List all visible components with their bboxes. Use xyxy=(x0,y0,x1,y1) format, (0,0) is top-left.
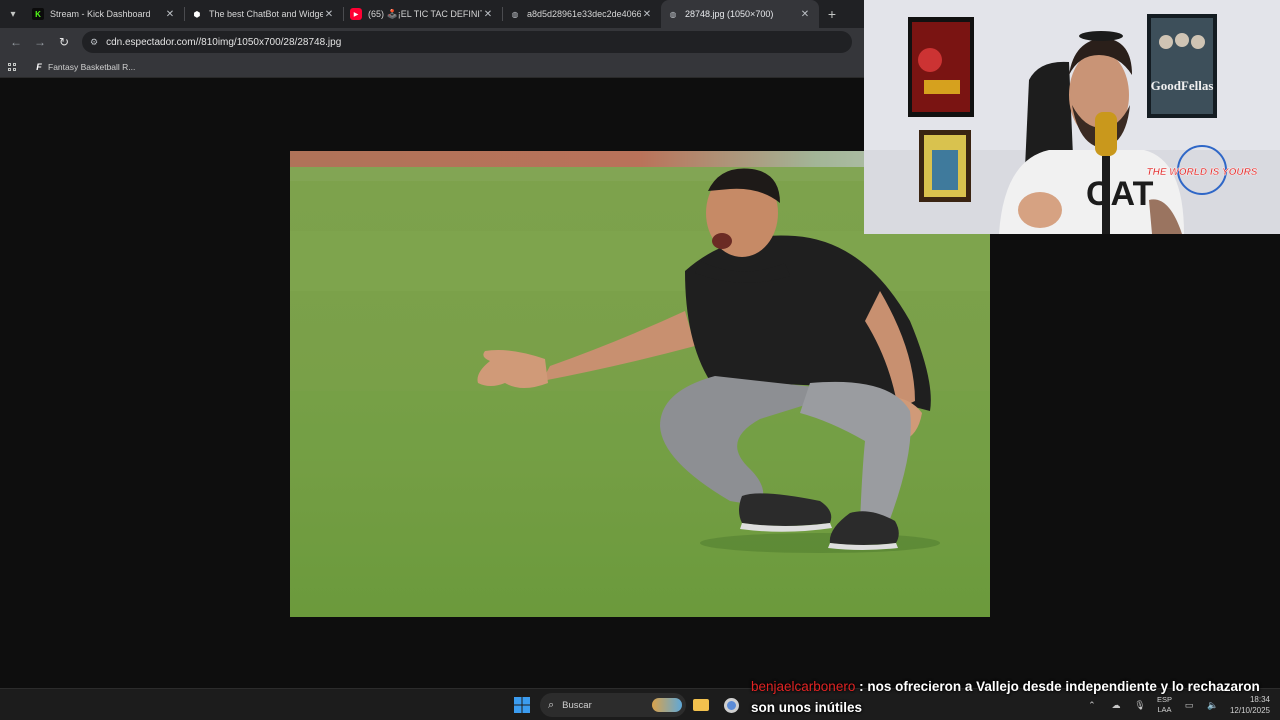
kick-icon: K xyxy=(32,8,44,20)
arrow-left-icon: ← xyxy=(10,35,22,49)
tab-title: The best ChatBot and Widgets xyxy=(209,9,323,19)
site-info-icon[interactable]: ⚙ xyxy=(90,37,98,48)
chat-username: benjaelcarbonero xyxy=(751,679,856,694)
chat-separator: : xyxy=(855,679,868,694)
browser-tab-strip: ▾ K Stream - Kick Dashboard ✕ ⬢ The best… xyxy=(0,0,864,28)
taskbar-file-explorer[interactable] xyxy=(690,693,712,717)
close-icon[interactable]: ✕ xyxy=(164,9,176,20)
search-highlight-icon xyxy=(652,698,682,712)
reload-icon: ↻ xyxy=(58,35,70,49)
bookmarks-bar: F Fantasy Basketball R... xyxy=(0,56,864,78)
tab-kick-dashboard[interactable]: K Stream - Kick Dashboard ✕ xyxy=(26,0,184,28)
screen: ▾ K Stream - Kick Dashboard ✕ ⬢ The best… xyxy=(0,0,1280,720)
tab-hash-page[interactable]: ◍ a8d5d28961e33dec2de4066cf7 ✕ xyxy=(503,0,661,28)
arrow-right-icon: → xyxy=(34,35,46,49)
search-placeholder: Buscar xyxy=(562,699,592,711)
goodfellas-poster-title: GoodFellas xyxy=(1151,78,1214,93)
reload-button[interactable]: ↻ xyxy=(52,30,76,54)
close-icon[interactable]: ✕ xyxy=(482,9,494,20)
youtube-icon: ▶ xyxy=(350,8,362,20)
fantasy-icon: F xyxy=(36,61,42,72)
chrome-icon xyxy=(723,697,739,713)
world-is-yours-sign: THE WORLD IS YOURS xyxy=(1147,167,1258,178)
tab-search-button[interactable]: ▾ xyxy=(0,0,26,28)
tab-title: Stream - Kick Dashboard xyxy=(50,9,151,19)
bookmark-fantasy-basketball[interactable]: F Fantasy Basketball R... xyxy=(34,62,135,72)
address-bar[interactable]: ⚙ cdn.espectador.com//810img/1050x700/28… xyxy=(82,31,852,53)
tab-image-28748[interactable]: ◍ 28748.jpg (1050×700) ✕ xyxy=(661,0,819,28)
bookmark-label: Fantasy Basketball R... xyxy=(48,61,136,72)
webcam-illustration: CAT GoodFellas THE WORLD IS YOURS xyxy=(864,0,1280,234)
windows-icon xyxy=(514,697,530,713)
forward-button[interactable]: → xyxy=(28,30,52,54)
close-icon[interactable]: ✕ xyxy=(323,9,335,20)
url-text: cdn.espectador.com//810img/1050x700/28/2… xyxy=(106,36,342,48)
back-button[interactable]: ← xyxy=(4,30,28,54)
globe-icon: ◍ xyxy=(511,9,519,19)
chevron-down-icon: ▾ xyxy=(10,8,16,20)
webcam-overlay: CAT GoodFellas THE WORLD IS YOURS xyxy=(864,0,1280,234)
tab-title: a8d5d28961e33dec2de4066cf7 xyxy=(527,9,641,19)
globe-icon: ◍ xyxy=(669,9,677,19)
new-tab-button[interactable]: + xyxy=(819,6,845,22)
plus-icon: + xyxy=(827,6,837,22)
tab-chatbot-widgets[interactable]: ⬢ The best ChatBot and Widgets ✕ xyxy=(185,0,343,28)
taskbar-chrome[interactable] xyxy=(720,693,742,717)
close-icon[interactable]: ✕ xyxy=(799,9,811,20)
taskbar-search-box[interactable]: ⌕ Buscar xyxy=(540,693,686,717)
search-icon: ⌕ xyxy=(548,698,555,711)
tab-title: (65) 🕹️¡EL TIC TAC DEFINITIVO xyxy=(368,8,482,19)
browser-toolbar: ← → ↻ ⚙ cdn.espectador.com//810img/1050x… xyxy=(0,28,864,56)
start-button[interactable] xyxy=(512,693,532,717)
tab-title: 28748.jpg (1050×700) xyxy=(685,9,774,19)
svg-text:CAT: CAT xyxy=(1086,175,1154,213)
folder-icon xyxy=(693,699,709,711)
chat-message-overlay: benjaelcarbonero : nos ofrecieron a Vall… xyxy=(751,676,1271,718)
botrix-icon: ⬢ xyxy=(193,9,201,19)
apps-grid-icon[interactable] xyxy=(8,62,16,71)
close-icon[interactable]: ✕ xyxy=(641,9,653,20)
tab-youtube-video[interactable]: ▶ (65) 🕹️¡EL TIC TAC DEFINITIVO ✕ xyxy=(344,0,502,28)
